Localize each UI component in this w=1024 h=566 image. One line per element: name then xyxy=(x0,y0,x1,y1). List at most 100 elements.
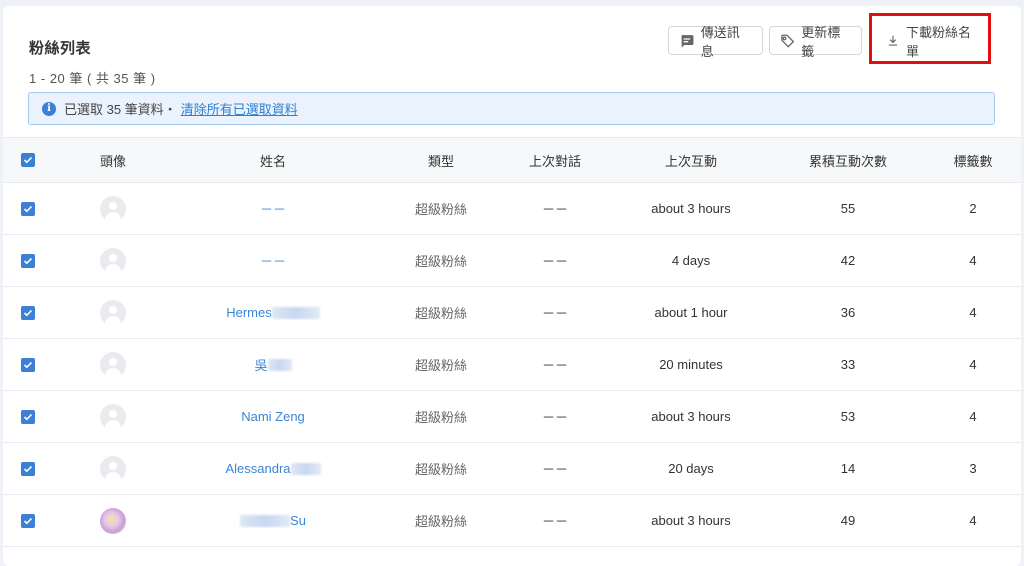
fan-name-link[interactable]: Nami Zeng xyxy=(241,409,305,424)
column-header-name: 姓名 xyxy=(259,153,286,169)
fan-table: 頭像 姓名 類型 上次對話 上次互動 累積互動次數 標籤數 －－ 超級粉絲 －－… xyxy=(3,137,1021,547)
last-interaction: 4 days xyxy=(671,253,711,268)
row-checkbox[interactable] xyxy=(21,409,35,424)
tag-count: 4 xyxy=(969,305,977,320)
interaction-count: 14 xyxy=(840,461,856,476)
check-icon xyxy=(23,465,33,472)
page-title: 粉絲列表 xyxy=(29,40,92,57)
fan-type: 超級粉絲 xyxy=(414,306,467,321)
redacted-text xyxy=(267,358,292,371)
check-icon xyxy=(23,361,33,368)
row-checkbox[interactable] xyxy=(21,201,35,216)
table-row[interactable]: －－ 超級粉絲 －－ 4 days 42 4 xyxy=(3,235,1021,287)
row-checkbox[interactable] xyxy=(21,357,35,372)
row-checkbox[interactable] xyxy=(21,253,35,268)
tag-count: 3 xyxy=(969,461,977,476)
fan-name-link[interactable]: Su xyxy=(240,513,306,528)
tag-count: 2 xyxy=(969,201,977,216)
check-icon xyxy=(23,517,33,524)
last-interaction: about 3 hours xyxy=(651,409,731,424)
fan-type: 超級粉絲 xyxy=(414,410,467,425)
avatar xyxy=(100,299,126,326)
fan-list-card: 粉絲列表 1 - 20 筆 ( 共 35 筆 ) 傳送訊息 更新標籤 下載粉絲名… xyxy=(3,6,1021,566)
last-chat: －－ xyxy=(541,254,568,269)
check-icon xyxy=(23,205,33,212)
last-interaction: about 3 hours xyxy=(651,513,731,528)
last-chat: －－ xyxy=(541,514,568,529)
column-header-tag-count: 標籤數 xyxy=(953,153,993,169)
last-interaction: 20 minutes xyxy=(659,357,723,372)
avatar xyxy=(100,351,126,378)
last-interaction: 20 days xyxy=(668,461,714,476)
update-tags-button[interactable]: 更新標籤 xyxy=(769,25,862,59)
avatar xyxy=(100,247,126,274)
table-row[interactable]: Hermes 超級粉絲 －－ about 1 hour 36 4 xyxy=(3,287,1021,339)
check-icon xyxy=(23,309,33,316)
clear-selection-link[interactable]: 清除所有已選取資料 xyxy=(181,99,298,118)
selection-banner: i 已選取 35 筆資料・ 清除所有已選取資料 xyxy=(28,92,995,125)
fan-type: 超級粉絲 xyxy=(414,514,467,529)
fan-name-link[interactable]: Hermes xyxy=(226,305,320,320)
row-checkbox[interactable] xyxy=(21,513,35,528)
tag-icon xyxy=(781,34,795,48)
last-chat: －－ xyxy=(541,306,568,321)
check-icon xyxy=(23,257,33,264)
redacted-text xyxy=(290,462,321,475)
interaction-count: 53 xyxy=(840,409,856,424)
column-header-type: 類型 xyxy=(427,153,454,169)
selection-count-text: 已選取 35 筆資料・ xyxy=(64,102,177,117)
last-chat: －－ xyxy=(541,462,568,477)
redacted-text xyxy=(240,514,291,527)
fan-name-link[interactable]: －－ xyxy=(260,199,286,218)
avatar xyxy=(100,403,126,430)
fan-type: 超級粉絲 xyxy=(414,462,467,477)
tag-count: 4 xyxy=(969,253,977,268)
table-header: 頭像 姓名 類型 上次對話 上次互動 累積互動次數 標籤數 xyxy=(3,137,1021,183)
interaction-count: 36 xyxy=(840,305,856,320)
fan-type: 超級粉絲 xyxy=(414,358,467,373)
table-row[interactable]: Nami Zeng 超級粉絲 －－ about 3 hours 53 4 xyxy=(3,391,1021,443)
last-interaction: about 3 hours xyxy=(651,201,731,216)
table-row[interactable]: －－ 超級粉絲 －－ about 3 hours 55 2 xyxy=(3,183,1021,235)
fan-type: 超級粉絲 xyxy=(414,202,467,217)
last-chat: －－ xyxy=(541,410,568,425)
check-icon xyxy=(23,156,33,164)
last-chat: －－ xyxy=(541,202,568,217)
tag-count: 4 xyxy=(969,357,977,372)
fan-name-link[interactable]: Alessandra xyxy=(225,461,321,476)
column-header-last-chat: 上次對話 xyxy=(528,153,581,169)
interaction-count: 49 xyxy=(840,513,856,528)
redacted-text xyxy=(271,306,320,319)
select-all-checkbox[interactable] xyxy=(21,153,35,167)
message-icon xyxy=(681,34,694,48)
row-checkbox[interactable] xyxy=(21,305,35,320)
download-icon xyxy=(888,35,898,46)
row-checkbox[interactable] xyxy=(21,461,35,476)
download-fan-list-label: 下載粉絲名單 xyxy=(905,24,971,59)
pagination-summary: 1 - 20 筆 ( 共 35 筆 ) xyxy=(29,71,156,86)
interaction-count: 55 xyxy=(840,201,856,216)
table-row[interactable]: 吳 超級粉絲 －－ 20 minutes 33 4 xyxy=(3,339,1021,391)
avatar xyxy=(100,455,126,482)
column-header-interaction-count: 累積互動次數 xyxy=(808,153,887,169)
column-header-avatar: 頭像 xyxy=(99,153,126,169)
info-icon: i xyxy=(42,101,56,116)
tag-count: 4 xyxy=(969,409,977,424)
avatar xyxy=(100,195,126,222)
interaction-count: 33 xyxy=(840,357,856,372)
send-message-button[interactable]: 傳送訊息 xyxy=(668,25,763,59)
fan-name-link[interactable]: －－ xyxy=(260,251,286,270)
fan-type: 超級粉絲 xyxy=(414,254,467,269)
fan-name-link[interactable]: 吳 xyxy=(254,355,292,374)
send-message-label: 傳送訊息 xyxy=(700,24,740,59)
column-header-last-interaction: 上次互動 xyxy=(664,153,717,169)
update-tags-label: 更新標籤 xyxy=(801,24,841,59)
tag-count: 4 xyxy=(969,513,977,528)
last-chat: －－ xyxy=(541,358,568,373)
interaction-count: 42 xyxy=(840,253,856,268)
avatar-photo xyxy=(100,507,126,534)
table-row[interactable]: Alessandra 超級粉絲 －－ 20 days 14 3 xyxy=(3,443,1021,495)
download-fan-list-button[interactable]: 下載粉絲名單 xyxy=(875,25,985,59)
last-interaction: about 1 hour xyxy=(654,305,728,320)
table-row[interactable]: Su 超級粉絲 －－ about 3 hours 49 4 xyxy=(3,495,1021,547)
